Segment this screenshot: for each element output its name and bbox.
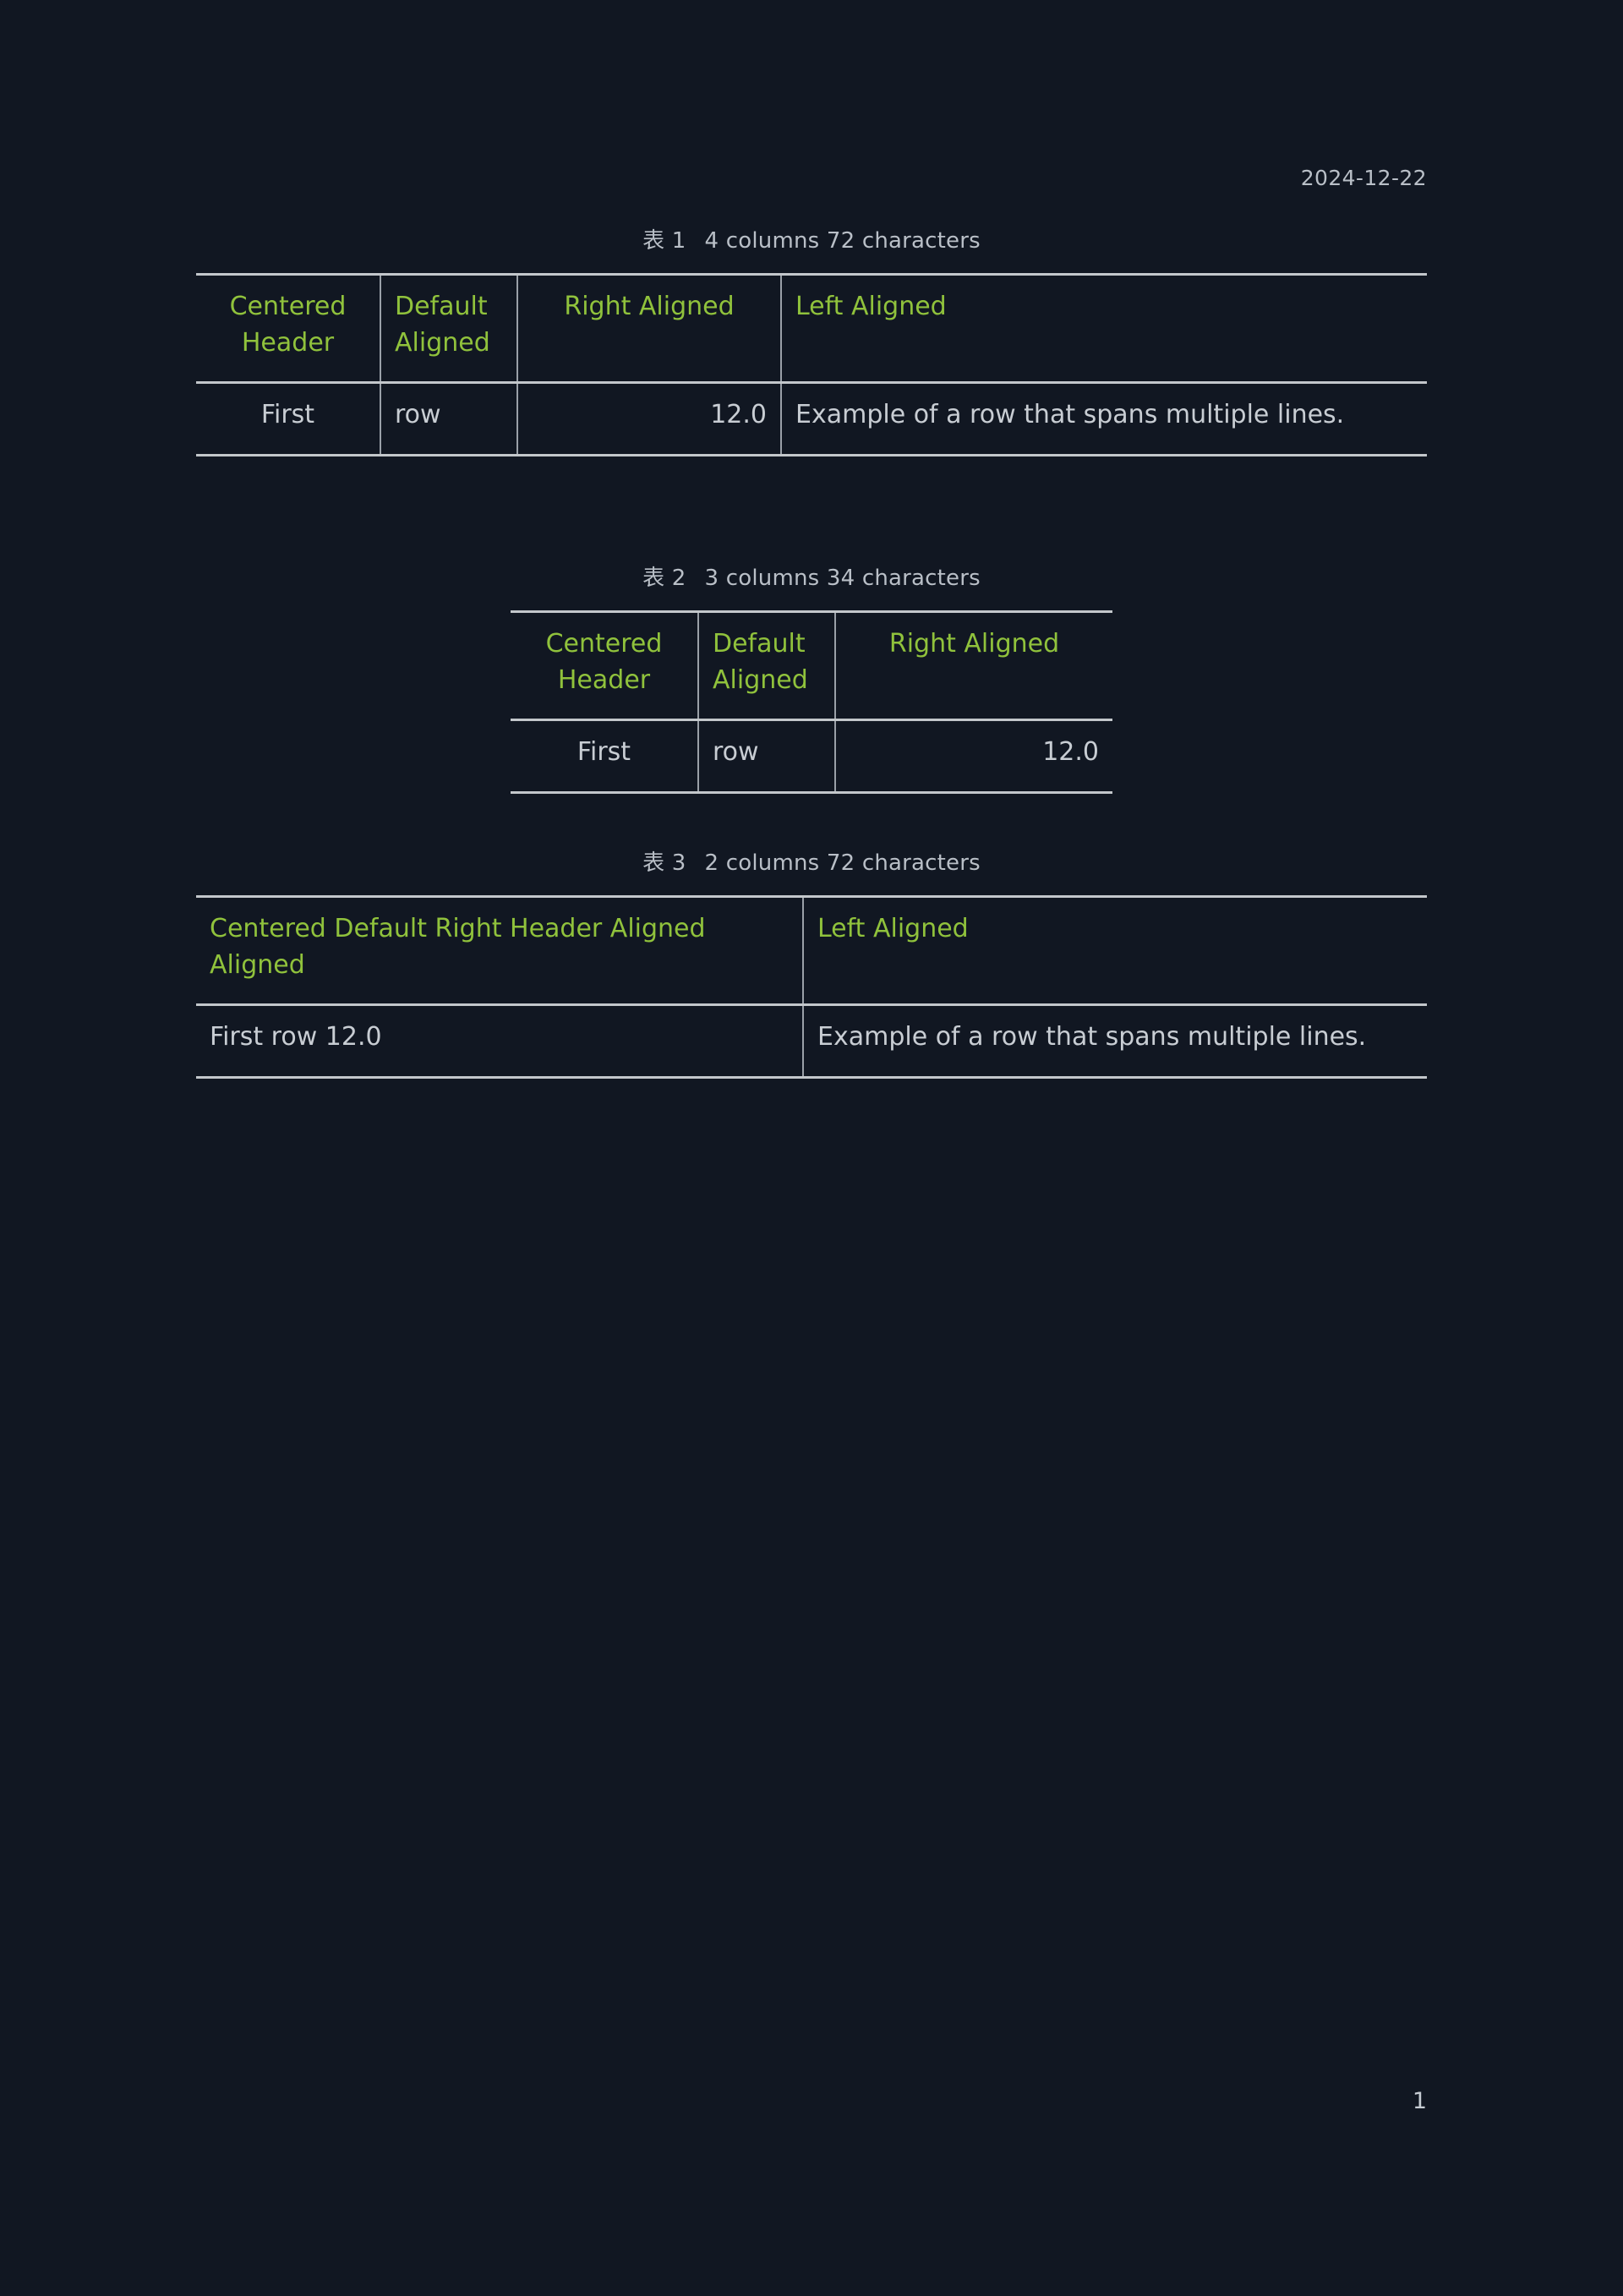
cell-left-multiline: Example of a row that spans multiple lin…: [802, 1004, 1427, 1078]
column-header-right: Right Aligned: [834, 611, 1112, 720]
cell-default: row: [697, 719, 835, 793]
caption-label: 表 2: [642, 566, 686, 591]
column-header-left: Left Aligned: [802, 896, 1427, 1005]
caption-text: 2 columns 72 characters: [704, 850, 981, 876]
data-table-2: Centered Header Default Aligned Right Al…: [511, 610, 1112, 794]
table-header-row: Centered Header Default Aligned Right Al…: [196, 274, 1427, 383]
table-header-row: Centered Header Default Aligned Right Al…: [511, 611, 1112, 720]
caption-label: 表 1: [642, 228, 686, 254]
table-figure-2: 表 2 3 columns 34 characters Centered Head…: [0, 560, 1623, 794]
cell-default: row: [380, 382, 517, 456]
table-row: First row 12.0 Example of a row that spa…: [196, 1004, 1427, 1078]
data-table-1: Centered Header Default Aligned Right Al…: [196, 273, 1427, 456]
caption-text: 3 columns 34 characters: [704, 566, 981, 591]
data-table-3: Centered Default Right Header Aligned Al…: [196, 895, 1427, 1079]
column-header-centered: Centered Header: [229, 292, 347, 358]
column-header-left: Left Aligned: [780, 274, 1427, 383]
column-header-centered: Centered Header: [545, 629, 663, 695]
page-number: 1: [1412, 2088, 1427, 2114]
document-date-header: 2024-12-22: [1300, 166, 1427, 190]
table-header-row: Centered Default Right Header Aligned Al…: [196, 896, 1427, 1005]
document-page: 2024-12-22 表 1 4 columns 72 characters Ce…: [0, 0, 1623, 2296]
column-header-right: Right Aligned: [516, 274, 781, 383]
table-row: First row 12.0: [511, 719, 1112, 793]
table-caption-3: 表 3 2 columns 72 characters: [0, 845, 1623, 877]
caption-label: 表 3: [642, 850, 686, 876]
column-header-default: Default Aligned: [380, 274, 517, 383]
column-header-default: Default Aligned: [697, 611, 835, 720]
cell-centered: First: [577, 737, 631, 768]
table-figure-1: 表 1 4 columns 72 characters Centered Head…: [0, 223, 1623, 456]
cell-left-multiline: Example of a row that spans multiple lin…: [780, 382, 1427, 456]
caption-text: 4 columns 72 characters: [704, 228, 981, 254]
column-header-merged: Centered Default Right Header Aligned Al…: [210, 914, 706, 980]
cell-right: 12.0: [834, 719, 1112, 793]
table-caption-1: 表 1 4 columns 72 characters: [0, 223, 1623, 254]
table-row: First row 12.0 Example of a row that spa…: [196, 382, 1427, 456]
table-caption-2: 表 2 3 columns 34 characters: [0, 560, 1623, 592]
cell-right: 12.0: [516, 382, 781, 456]
table-figure-3: 表 3 2 columns 72 characters Centered Defa…: [0, 845, 1623, 1079]
cell-centered: First: [260, 400, 315, 430]
cell-merged: First row 12.0: [210, 1022, 382, 1052]
